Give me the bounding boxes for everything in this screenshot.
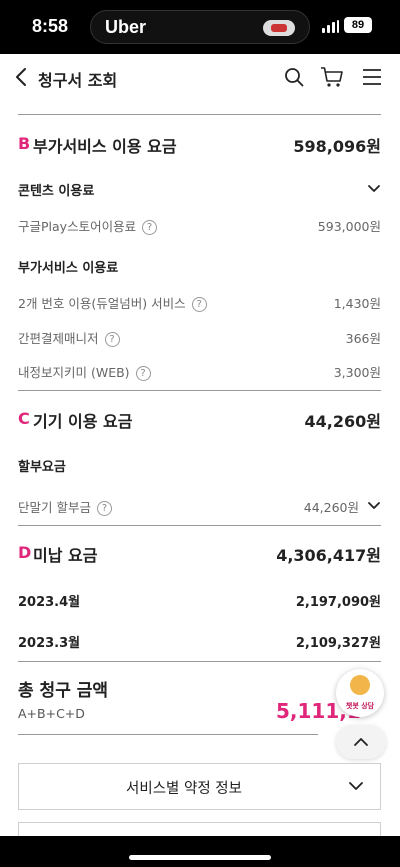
divider	[18, 661, 381, 662]
battery-icon: 89	[344, 17, 372, 33]
help-icon[interactable]: ?	[191, 297, 207, 312]
month-value: 2,109,327원	[295, 636, 381, 651]
chevron-down-icon[interactable]	[367, 499, 381, 513]
help-icon[interactable]: ?	[142, 220, 158, 235]
chatbot-avatar-icon	[350, 675, 370, 695]
section-letter: B	[18, 134, 31, 153]
app-header: 청구서 조회	[0, 54, 400, 100]
group-title: 할부요금	[18, 460, 66, 475]
search-icon[interactable]	[284, 67, 304, 87]
charge-value: 593,000원	[317, 219, 381, 234]
section-title: 미납 요금	[33, 546, 98, 565]
status-bar: 8:58 Uber 89	[0, 0, 400, 54]
charge-label: 구글Play스토어이용료?	[18, 216, 158, 235]
home-bar	[0, 836, 400, 867]
help-icon[interactable]: ?	[104, 332, 120, 347]
page-title: 청구서 조회	[38, 71, 118, 90]
month-label: 2023.4월	[18, 595, 81, 610]
group-title: 부가서비스 이용료	[18, 261, 119, 276]
cart-icon[interactable]	[320, 66, 344, 88]
help-icon[interactable]: ?	[135, 366, 151, 381]
car-icon	[263, 20, 295, 36]
charge-row: 구글Play스토어이용료? 593,000원	[18, 216, 381, 236]
total-title: 총 청구 금액	[18, 681, 109, 701]
group-title: 콘텐츠 이용료	[18, 184, 95, 199]
section-title: 부가서비스 이용 요금	[33, 137, 177, 156]
divider	[18, 390, 381, 391]
section-title: 기기 이용 요금	[33, 412, 133, 431]
unpaid-month-row: 2023.4월 2,197,090원	[18, 591, 381, 611]
section-amount: 598,096원	[293, 137, 381, 156]
help-icon[interactable]: ?	[96, 501, 112, 516]
divider	[18, 114, 381, 115]
dynamic-island[interactable]: Uber	[90, 10, 310, 44]
chevron-up-icon	[354, 738, 368, 746]
scroll-top-button[interactable]	[336, 725, 386, 759]
divider	[18, 734, 318, 735]
section-d-header: D 미납 요금 4,306,417원	[18, 541, 381, 571]
charge-label: 내정보지키미 (WEB)?	[18, 362, 151, 381]
menu-icon[interactable]	[362, 68, 382, 86]
status-time: 8:58	[32, 16, 69, 36]
charge-row: 간편결제매니저? 366원	[18, 328, 381, 348]
month-label: 2023.3월	[18, 636, 81, 651]
section-amount: 4,306,417원	[276, 546, 381, 565]
chevron-down-icon	[349, 782, 363, 790]
home-indicator[interactable]	[129, 855, 271, 860]
month-value: 2,197,090원	[295, 595, 381, 610]
chatbot-label: 챗봇 상담	[345, 702, 375, 710]
accordion-label: 서비스별 약정 정보	[126, 781, 242, 797]
charge-row: 2개 번호 이용(듀얼넘버) 서비스? 1,430원	[18, 293, 381, 313]
section-c-header: C 기기 이용 요금 44,260원	[18, 407, 381, 437]
chatbot-button[interactable]: 챗봇 상담	[336, 669, 384, 717]
section-amount: 44,260원	[304, 412, 381, 431]
unpaid-month-row: 2023.3월 2,109,327원	[18, 632, 381, 652]
total-formula: A+B+C+D	[18, 706, 85, 721]
charge-value: 44,260원	[303, 500, 359, 515]
charge-row[interactable]: 단말기 할부금? 44,260원	[18, 497, 381, 517]
chevron-down-icon[interactable]	[367, 182, 381, 196]
charge-value: 1,430원	[333, 296, 381, 311]
charge-value: 366원	[345, 331, 381, 346]
charge-label: 2개 번호 이용(듀얼넘버) 서비스?	[18, 293, 207, 312]
section-b-header: B 부가서비스 이용 요금 598,096원	[18, 132, 381, 162]
divider	[18, 525, 381, 526]
charge-label: 단말기 할부금?	[18, 497, 112, 516]
signal-icon	[322, 20, 340, 33]
section-letter: D	[18, 543, 32, 562]
back-icon[interactable]	[12, 66, 32, 88]
charge-row: 내정보지키미 (WEB)? 3,300원	[18, 362, 381, 382]
section-letter: C	[18, 409, 30, 428]
charge-label: 간편결제매니저?	[18, 328, 120, 347]
island-app-label: Uber	[105, 17, 147, 37]
contract-info-accordion[interactable]: 서비스별 약정 정보	[18, 763, 381, 810]
charge-value: 3,300원	[333, 365, 381, 380]
